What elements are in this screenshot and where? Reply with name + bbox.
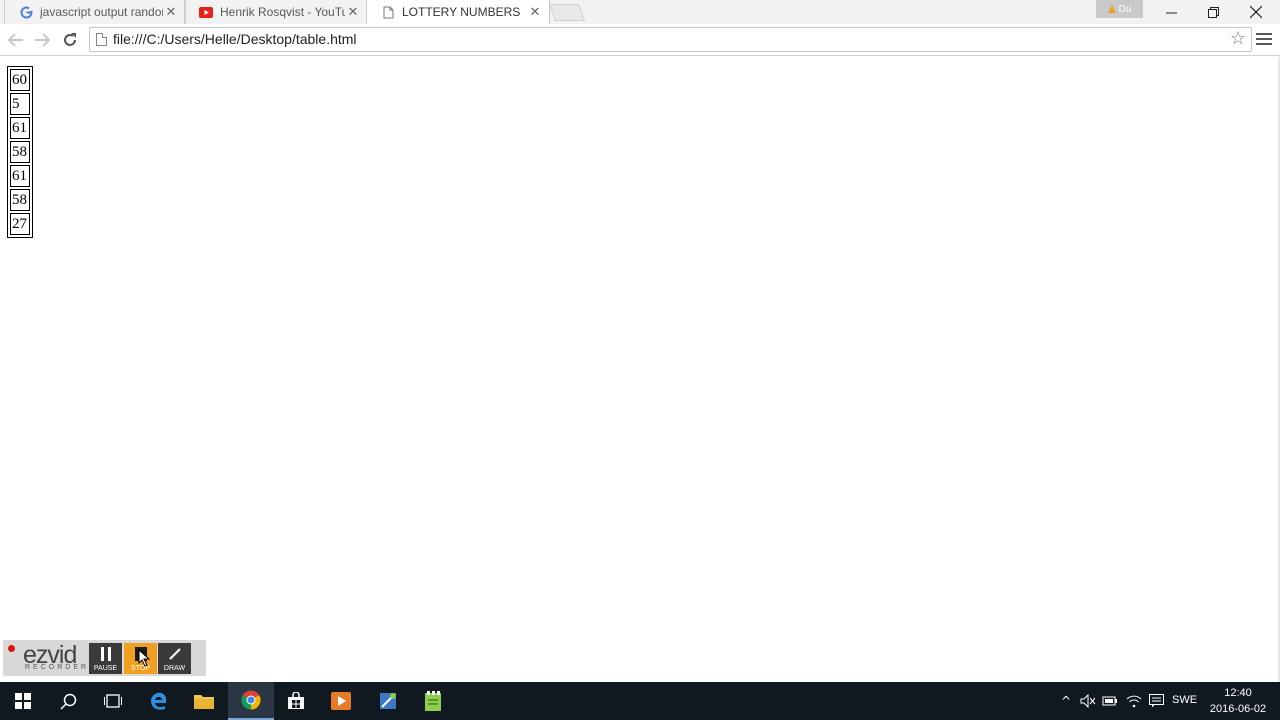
draw-button[interactable]: DRAW (158, 643, 191, 674)
tab-label: LOTTERY NUMBERS (402, 5, 521, 19)
record-indicator-icon (8, 645, 15, 652)
table-row: 27 (10, 213, 30, 235)
table-row: 60 (10, 69, 30, 91)
tab-lottery-numbers[interactable]: LOTTERY NUMBERS ✕ (366, 0, 550, 24)
profile-label: Du (1118, 3, 1132, 15)
search-button[interactable] (45, 682, 91, 720)
tools-app-icon (380, 693, 396, 709)
start-button[interactable] (0, 682, 46, 720)
forward-button[interactable] (30, 28, 54, 52)
windows-logo-icon (15, 693, 31, 709)
notepad-icon (425, 691, 441, 711)
search-icon (59, 693, 76, 710)
youtube-icon (199, 5, 213, 19)
clock-date: 2016-06-02 (1209, 703, 1267, 715)
lottery-number: 61 (10, 165, 30, 187)
lottery-number: 58 (10, 189, 30, 211)
table-row: 5 (10, 93, 30, 115)
close-icon[interactable]: ✕ (527, 5, 543, 20)
page-icon (381, 5, 395, 19)
taskbar-edge[interactable] (136, 682, 182, 720)
back-arrow-icon (8, 33, 23, 47)
restore-button[interactable] (1192, 0, 1234, 24)
forward-arrow-icon (35, 33, 50, 47)
stop-button[interactable]: STOP (124, 643, 157, 674)
url-text: file:///C:/Users/Helle/Desktop/table.htm… (113, 31, 357, 47)
input-language[interactable]: SWE (1172, 694, 1197, 706)
tab-label: javascript output random (40, 5, 163, 19)
clock-time: 12:40 (1224, 687, 1252, 699)
close-icon[interactable]: ✕ (163, 5, 179, 20)
back-button[interactable] (4, 28, 28, 52)
warning-icon (1107, 5, 1116, 13)
taskbar-notepad-plus[interactable] (410, 682, 456, 720)
tab-youtube[interactable]: Henrik Rosqvist - YouTube ✕ (184, 0, 368, 24)
tab-strip: javascript output random ✕ Henrik Rosqvi… (0, 0, 1280, 24)
close-icon[interactable]: ✕ (345, 5, 361, 20)
lottery-number: 58 (10, 141, 30, 163)
bookmark-star-icon[interactable]: ☆ (1230, 28, 1246, 49)
store-icon (288, 692, 304, 709)
reload-icon (64, 33, 76, 46)
battery-icon[interactable] (1102, 693, 1118, 709)
table-row: 58 (10, 141, 30, 163)
pause-label: PAUSE (93, 665, 118, 672)
browser-toolbar: file:///C:/Users/Helle/Desktop/table.htm… (0, 24, 1280, 56)
lottery-number: 60 (10, 69, 30, 91)
tab-label: Henrik Rosqvist - YouTube (220, 5, 345, 19)
taskbar-app-tools[interactable] (365, 682, 411, 720)
taskbar-chrome[interactable] (228, 682, 274, 720)
edge-icon (151, 692, 167, 710)
system-clock[interactable]: 12:40 2016-06-02 (1206, 685, 1270, 717)
action-center-icon[interactable] (1148, 693, 1164, 709)
taskbar-store[interactable] (273, 682, 319, 720)
pen-icon (168, 648, 181, 660)
profile-button[interactable]: Du (1096, 0, 1143, 18)
task-view-button[interactable] (90, 682, 136, 720)
tab-google-search[interactable]: javascript output random ✕ (4, 0, 186, 24)
chrome-icon (241, 690, 261, 710)
page-icon (96, 33, 107, 46)
table-row: 58 (10, 189, 30, 211)
page-content: 60 5 61 58 61 58 27 ezvid RECORDER PAUSE… (0, 57, 1280, 682)
minimize-icon (1165, 12, 1177, 13)
ezvid-logo-subtitle: RECORDER (25, 664, 90, 671)
pause-icon (100, 647, 111, 661)
reload-button[interactable] (58, 28, 82, 52)
pause-button[interactable]: PAUSE (89, 643, 122, 674)
minimize-button[interactable] (1150, 0, 1192, 24)
close-window-button[interactable] (1235, 0, 1277, 24)
table-row: 61 (10, 165, 30, 187)
draw-label: DRAW (163, 665, 186, 672)
lottery-number: 61 (10, 117, 30, 139)
lottery-number: 27 (10, 213, 30, 235)
lottery-number: 5 (10, 93, 30, 115)
ezvid-recorder-panel: ezvid RECORDER PAUSE STOP DRAW (3, 640, 206, 676)
table-row: 61 (10, 117, 30, 139)
windows-taskbar: ^ SWE 12:40 2016-06-02 (0, 682, 1280, 720)
address-bar[interactable]: file:///C:/Users/Helle/Desktop/table.htm… (89, 27, 1252, 52)
media-player-icon (331, 692, 351, 710)
lottery-table: 60 5 61 58 61 58 27 (7, 66, 33, 238)
task-view-icon (104, 693, 122, 708)
volume-muted-icon[interactable] (1080, 693, 1096, 709)
folder-icon (194, 695, 214, 709)
wifi-icon[interactable] (1126, 693, 1142, 709)
show-hidden-icons-chevron-icon[interactable]: ^ (1058, 693, 1074, 709)
taskbar-file-explorer[interactable] (181, 682, 227, 720)
mouse-cursor-icon (138, 649, 150, 667)
chrome-menu-button[interactable] (1256, 30, 1272, 48)
restore-icon (1207, 6, 1219, 18)
close-icon (1250, 6, 1262, 18)
new-tab-button[interactable] (548, 4, 586, 21)
taskbar-media-player[interactable] (318, 682, 364, 720)
google-icon (19, 5, 33, 19)
